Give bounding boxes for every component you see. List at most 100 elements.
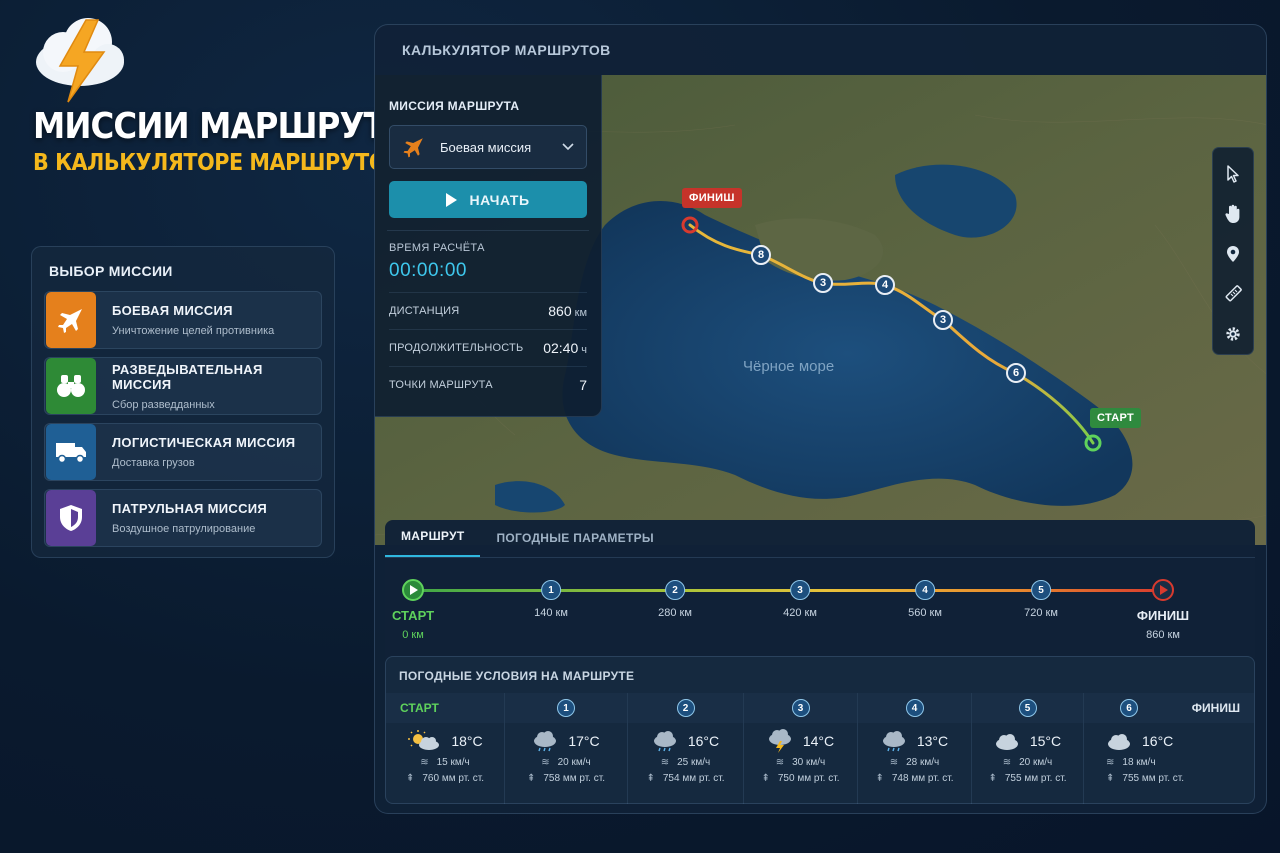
mission-dropdown[interactable]: Боевая миссия xyxy=(389,125,587,169)
point-dist: 280 км xyxy=(658,607,692,619)
truck-icon xyxy=(46,424,96,480)
weather-temp: 13°C xyxy=(916,733,949,749)
cursor-tool[interactable] xyxy=(1212,154,1254,194)
waypoint-number: 3 xyxy=(813,273,833,293)
weather-col-head: 1 xyxy=(557,699,575,717)
map-waypoint[interactable]: 3 xyxy=(813,273,833,293)
weather-temp: 15°C xyxy=(1029,733,1062,749)
weather-wind: 20 км/ч xyxy=(1019,757,1053,768)
mission-item-recon[interactable]: РАЗВЕДЫВАТЕЛЬНАЯ МИССИЯ Сбор разведданны… xyxy=(44,357,322,415)
sea-label: Чёрное море xyxy=(743,358,835,375)
cloud-icon xyxy=(995,734,1018,750)
waypoint-number: 4 xyxy=(875,275,895,295)
waypoint-number: 6 xyxy=(1006,363,1026,383)
timeline-finish: ФИНИШ 860 км xyxy=(1137,608,1189,641)
timeline-point-2[interactable]: 2 280 км xyxy=(658,580,692,619)
hero-subtitle: В КАЛЬКУЛЯТОРЕ МАРШРУТОВ xyxy=(33,150,402,176)
gear-icon xyxy=(1226,327,1240,341)
jet-icon xyxy=(46,292,96,348)
timeline-start: СТАРТ 0 км xyxy=(392,608,434,641)
weather-pressure: 754 мм рт. ст. xyxy=(662,773,725,784)
measure-tool[interactable] xyxy=(1212,274,1254,314)
weather-col-head: 4 xyxy=(905,699,924,717)
map-waypoint[interactable]: 3 xyxy=(933,310,953,330)
timeline-finish-dist: 860 км xyxy=(1146,629,1180,641)
timeline-start-label: СТАРТ xyxy=(391,608,435,623)
jet-icon xyxy=(403,138,423,158)
stat-label: ПРОДОЛЖИТЕЛЬНОСТЬ xyxy=(389,342,524,354)
finish-marker-icon[interactable] xyxy=(681,216,699,234)
point-dist: 720 км xyxy=(1024,607,1058,619)
binoculars-icon xyxy=(46,358,96,414)
waypoint-number: 8 xyxy=(751,245,771,265)
weather-wind: 25 км/ч xyxy=(677,757,711,768)
pan-tool[interactable] xyxy=(1212,194,1254,234)
weather-pressure: 758 мм рт. ст. xyxy=(543,773,605,784)
pressure-icon: ⇞ xyxy=(526,773,536,784)
weather-col-1: 1 17°C ≋ 20 км/ч ⇞ 758 мм рт. ст. xyxy=(504,693,627,804)
start-marker-icon[interactable] xyxy=(1084,434,1102,452)
weather-wind: 20 км/ч xyxy=(557,757,591,768)
wind-icon: ≋ xyxy=(1002,757,1012,768)
mission-item-logistics[interactable]: ЛОГИСТИЧЕСКАЯ МИССИЯ Доставка грузов xyxy=(44,423,322,481)
weather-wind: 18 км/ч xyxy=(1122,757,1156,768)
weather-col-start: СТАРТ 18°C ≋ 15 км/ч ⇞ 760 мм рт. ст. xyxy=(386,693,504,804)
selected-mission-label: Боевая миссия xyxy=(440,139,532,155)
route-mission-box: МИССИЯ МАРШРУТА Боевая миссия НАЧАТЬ ВРЕ… xyxy=(375,75,602,417)
wind-icon: ≋ xyxy=(775,757,785,768)
mission-label: РАЗВЕДЫВАТЕЛЬНАЯ МИССИЯ xyxy=(112,361,263,392)
timeline-track xyxy=(402,579,1174,601)
weather-pressure: 755 мм рт. ст. xyxy=(1122,773,1185,784)
map-toolbar xyxy=(1212,147,1254,355)
storm-cloud-icon xyxy=(768,729,791,753)
timeline-point-1[interactable]: 1 140 км xyxy=(534,580,568,619)
pressure-icon: ⇞ xyxy=(1106,773,1115,784)
map-finish-label: ФИНИШ xyxy=(682,188,742,208)
weather-wind: 15 км/ч xyxy=(436,757,470,768)
stat-duration: ПРОДОЛЖИТЕЛЬНОСТЬ 02:40 ч xyxy=(389,329,587,366)
calc-time-value: 00:00:00 xyxy=(389,260,467,281)
route-timeline: СТАРТ 0 км 1 140 км 2 280 км 3 420 км 4 … xyxy=(385,558,1255,658)
map-waypoint[interactable]: 4 xyxy=(875,275,895,295)
weather-wind: 30 км/ч xyxy=(792,757,826,768)
wind-icon: ≋ xyxy=(1106,757,1115,768)
pressure-icon: ⇞ xyxy=(405,773,415,784)
mission-item-combat[interactable]: БОЕВАЯ МИССИЯ Уничтожение целей противни… xyxy=(44,291,322,349)
stat-unit: ч xyxy=(581,344,587,356)
point-number: 4 xyxy=(914,580,935,600)
timeline-point-3[interactable]: 3 420 км xyxy=(783,580,817,619)
weather-col-head: 2 xyxy=(676,699,695,717)
weather-col-head: 5 xyxy=(1018,699,1037,717)
timeline-point-4[interactable]: 4 560 км xyxy=(908,580,942,619)
mission-desc: Уничтожение целей противника xyxy=(112,325,275,337)
sun-cloud-icon xyxy=(408,730,440,750)
timeline-point-5[interactable]: 5 720 км xyxy=(1024,580,1058,619)
weather-conditions: ПОГОДНЫЕ УСЛОВИЯ НА МАРШРУТЕ СТАРТ 18°C … xyxy=(385,656,1255,804)
point-dist: 420 км xyxy=(783,607,817,619)
cloud-icon xyxy=(1108,734,1130,750)
rain-cloud-icon xyxy=(882,731,905,752)
point-number: 2 xyxy=(664,580,685,600)
weather-col-2: 2 16°C ≋ 25 км/ч ⇞ 754 мм рт. ст. xyxy=(627,693,743,804)
pressure-icon: ⇞ xyxy=(761,773,770,784)
weather-col-head: СТАРТ xyxy=(386,693,504,723)
mission-label: ЛОГИСТИЧЕСКАЯ МИССИЯ xyxy=(112,435,296,450)
tab-route[interactable]: МАРШРУТ xyxy=(385,529,481,557)
weather-temp: 14°C xyxy=(802,733,835,749)
stat-value: 7 xyxy=(579,377,587,393)
pressure-icon: ⇞ xyxy=(646,773,655,784)
start-button[interactable]: НАЧАТЬ xyxy=(389,181,587,218)
weather-pressure: 748 мм рт. ст. xyxy=(891,773,954,784)
shield-icon xyxy=(46,490,96,546)
weather-temp: 16°C xyxy=(687,733,720,749)
weather-col-head: 3 xyxy=(791,699,810,717)
map-waypoint[interactable]: 8 xyxy=(751,245,771,265)
mission-item-patrol[interactable]: ПАТРУЛЬНАЯ МИССИЯ Воздушное патрулирован… xyxy=(44,489,322,547)
settings-tool[interactable] xyxy=(1212,314,1254,354)
weather-col-5: 5 15°C ≋ 20 км/ч ⇞ 755 мм рт. ст. xyxy=(971,693,1083,804)
place-marker-tool[interactable] xyxy=(1212,234,1254,274)
map-waypoint[interactable]: 6 xyxy=(1006,363,1026,383)
rain-cloud-icon xyxy=(534,731,557,752)
tab-weather-params[interactable]: ПОГОДНЫЕ ПАРАМЕТРЫ xyxy=(480,531,669,557)
hand-icon xyxy=(1225,204,1240,223)
